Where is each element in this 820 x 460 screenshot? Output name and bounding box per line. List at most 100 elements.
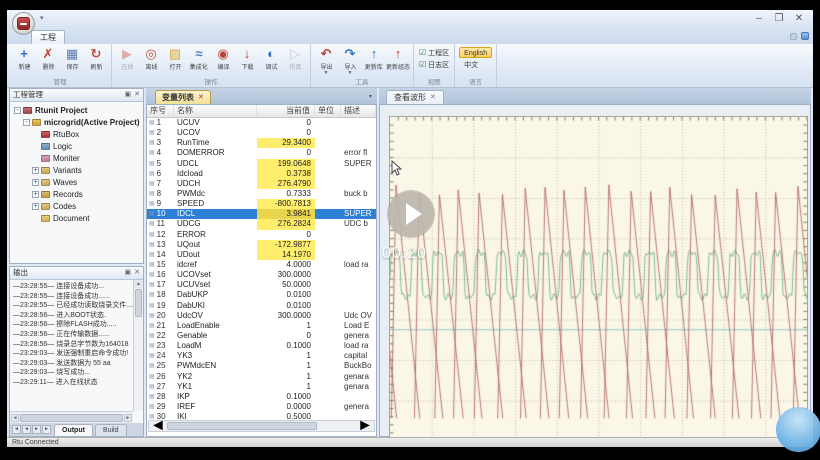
scroll-thumb[interactable] <box>167 422 317 430</box>
table-row[interactable]: ▤8PWMdc0.7333buck b <box>147 189 376 199</box>
download-button[interactable]: ↓下载 <box>235 45 259 71</box>
save-button[interactable]: ▦保存 <box>60 45 84 71</box>
tab-close-icon[interactable]: ✕ <box>430 91 436 104</box>
table-row[interactable]: ▤21LoadEnable1Load E <box>147 321 376 331</box>
tree-item-waves[interactable]: +Waves <box>12 176 143 188</box>
tab-build[interactable]: Build <box>95 424 127 436</box>
tab-nav-arrow-icon[interactable]: ◄ <box>22 425 31 434</box>
tree-item-moniter[interactable]: Moniter <box>12 152 143 164</box>
view-toggle-project-area[interactable]: ☑工程区 <box>419 48 449 58</box>
tree-item-codes[interactable]: +Codes <box>12 200 143 212</box>
tree-expander-icon[interactable]: - <box>14 107 21 114</box>
table-row[interactable]: ▤1UCUV0 <box>147 118 376 128</box>
close-icon[interactable]: ✕ <box>134 89 140 101</box>
integrate-button[interactable]: ≈集成化 <box>187 45 211 71</box>
ribbon-style-icon[interactable] <box>790 33 797 40</box>
maximize-button[interactable]: ❐ <box>769 11 789 27</box>
table-row[interactable]: ▤29IREF0.0000genera <box>147 402 376 412</box>
tab-variable-list[interactable]: 变量列表 ✕ <box>155 90 211 104</box>
tab-nav-arrow-icon[interactable]: ► <box>42 425 51 434</box>
tab-project[interactable]: 工程 <box>31 30 65 44</box>
scroll-right-icon[interactable]: ► <box>357 417 373 435</box>
close-button[interactable]: ✕ <box>789 11 809 27</box>
output-horizontal-scrollbar[interactable]: ◄ ► <box>10 411 133 423</box>
refresh-button[interactable]: ↻刷新 <box>84 45 108 71</box>
table-row[interactable]: ▤10IDCL3.9841SUPER <box>147 209 376 219</box>
table-row[interactable]: ▤20UdcOV300.0000Udc OV <box>147 311 376 321</box>
tab-output[interactable]: Output <box>54 424 93 436</box>
tree-expander-icon[interactable]: + <box>32 191 39 198</box>
table-row[interactable]: ▤2UCOV0 <box>147 128 376 138</box>
view-toggle-log-area[interactable]: ☑日志区 <box>419 60 449 70</box>
close-icon[interactable]: ✕ <box>134 267 140 279</box>
import-button[interactable]: ↷导入▼ <box>338 45 362 76</box>
pin-icon[interactable]: ▣ <box>125 267 132 279</box>
video-play-button[interactable] <box>388 191 434 237</box>
tree-item-records[interactable]: +Records <box>12 188 143 200</box>
new-button[interactable]: +新建 <box>12 45 36 71</box>
table-row[interactable]: ▤7UDCH276.4790 <box>147 179 376 189</box>
tree-item-variants[interactable]: +Variants <box>12 164 143 176</box>
waveform-canvas[interactable] <box>390 117 807 441</box>
table-row[interactable]: ▤24YK31capital <box>147 351 376 361</box>
delete-button[interactable]: ✗删除 <box>36 45 60 71</box>
table-row[interactable]: ▤22Genable0genera <box>147 331 376 341</box>
table-row[interactable]: ▤3RunTime29.3400 <box>147 138 376 148</box>
scroll-up-icon[interactable]: ▲ <box>134 280 143 288</box>
table-row[interactable]: ▤4DOMERROR0error fl <box>147 148 376 158</box>
table-row[interactable]: ▤5UDCL199.0648SUPER <box>147 159 376 169</box>
table-horizontal-scrollbar[interactable]: ◄ ► <box>148 420 375 432</box>
minimize-button[interactable]: – <box>749 11 769 27</box>
table-row[interactable]: ▤26YK21genara <box>147 372 376 382</box>
offline-button[interactable]: ◎离线 <box>139 45 163 71</box>
tab-dropdown-icon[interactable]: ▾ <box>369 93 372 100</box>
table-row[interactable]: ▤17UCUVset50.0000 <box>147 280 376 290</box>
language-chinese-button[interactable]: 中文 <box>459 59 492 70</box>
tree-expander-icon[interactable]: + <box>32 167 39 174</box>
table-row[interactable]: ▤23LoadM0.1000load ra <box>147 341 376 351</box>
tree-expander-icon[interactable]: + <box>32 179 39 186</box>
tab-close-icon[interactable]: ✕ <box>198 91 204 104</box>
quick-access-caret-icon[interactable]: ▾ <box>40 14 44 22</box>
table-row[interactable]: ▤13UQout-172.9877 <box>147 240 376 250</box>
pin-icon[interactable]: ▣ <box>125 89 132 101</box>
output-vertical-scrollbar[interactable]: ▲ <box>133 280 143 411</box>
tree-expander-icon[interactable]: - <box>23 119 30 126</box>
export-button[interactable]: ↶导出▼ <box>314 45 338 76</box>
tree-expander-icon[interactable]: + <box>32 203 39 210</box>
table-row[interactable]: ▤25PWMdcEN1BuckBo <box>147 361 376 371</box>
table-row[interactable]: ▤16UCOVset300.0000 <box>147 270 376 280</box>
table-row[interactable]: ▤28IKP0.1000 <box>147 392 376 402</box>
table-row[interactable]: ▤18DabUKP0.0100 <box>147 290 376 300</box>
language-english-button[interactable]: English <box>459 47 492 58</box>
tab-nav-arrow-icon[interactable]: ► <box>32 425 41 434</box>
table-row[interactable]: ▤11UDCG276.2824UDC b <box>147 219 376 229</box>
table-row[interactable]: ▤6Idcload0.3738 <box>147 169 376 179</box>
tab-view-waveform[interactable]: 查看波形 ✕ <box>386 90 444 104</box>
open-button[interactable]: ▨打开 <box>163 45 187 71</box>
app-logo-orb[interactable] <box>12 12 35 35</box>
update-library-button[interactable]: ↑更新库 <box>362 45 386 76</box>
table-row[interactable]: ▤15idcref4.0000load ra <box>147 260 376 270</box>
tree-item-rtunit-project[interactable]: -Rtunit Project <box>12 104 143 116</box>
scroll-thumb[interactable] <box>135 289 142 317</box>
tree-item-rtubox[interactable]: RtuBox <box>12 128 143 140</box>
debug-button[interactable]: ◐调试 <box>259 45 283 71</box>
scroll-thumb[interactable] <box>20 414 123 422</box>
ribbon-help-icon[interactable] <box>801 32 809 40</box>
tree-item-logic[interactable]: Logic <box>12 140 143 152</box>
table-row[interactable]: ▤12ERROR0 <box>147 230 376 240</box>
table-row[interactable]: ▤9SPEED-800.7813 <box>147 199 376 209</box>
scroll-left-icon[interactable]: ◄ <box>150 417 166 435</box>
compile-button[interactable]: ◉编译 <box>211 45 235 71</box>
scroll-right-icon[interactable]: ► <box>124 414 132 422</box>
waveform-plot-area[interactable] <box>389 116 808 442</box>
tree-item-document[interactable]: Document <box>12 212 143 224</box>
tree-item-microgrid[interactable]: -microgrid(Active Project) <box>12 116 143 128</box>
table-row[interactable]: ▤27YK11genara <box>147 382 376 392</box>
tab-nav-arrow-icon[interactable]: ◄ <box>12 425 21 434</box>
table-row[interactable]: ▤14UDout14.1970 <box>147 250 376 260</box>
update-config-button[interactable]: ↑更新组态 <box>386 45 410 76</box>
scroll-left-icon[interactable]: ◄ <box>11 414 19 422</box>
table-row[interactable]: ▤19DabUKI0.0100 <box>147 301 376 311</box>
